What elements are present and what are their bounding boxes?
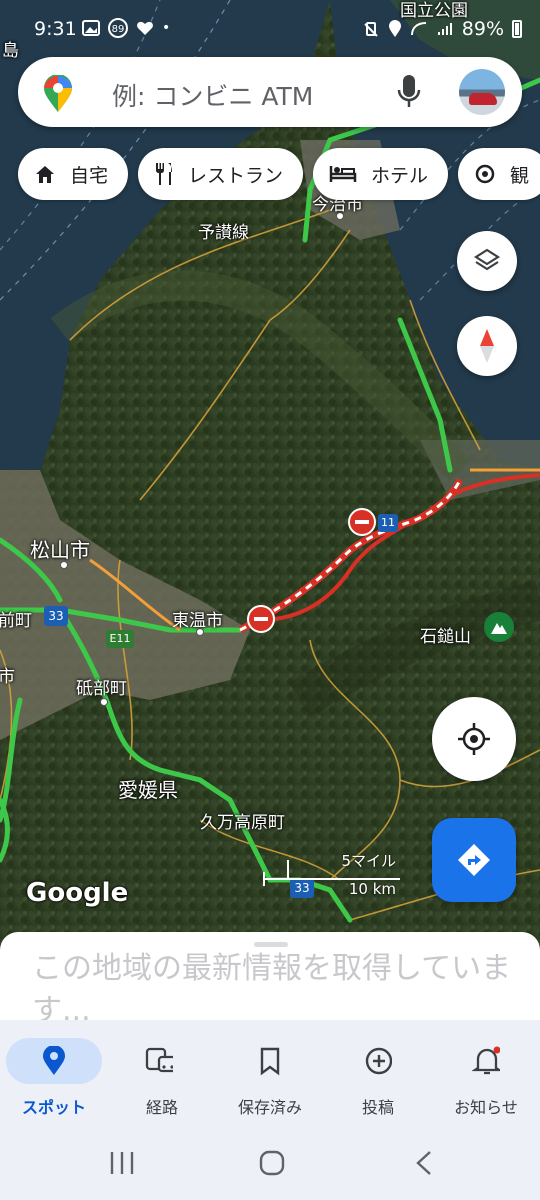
gallery-icon (82, 20, 100, 36)
chip-home[interactable]: 自宅 (18, 148, 129, 200)
search-bar[interactable]: 例: コンビニ ATM (18, 57, 522, 127)
chip-attractions[interactable]: 観 (458, 148, 540, 200)
attraction-icon (474, 163, 496, 185)
layers-icon (473, 248, 501, 271)
signal-icon (437, 23, 452, 35)
search-input[interactable]: 例: コンビニ ATM (112, 77, 313, 113)
mountain-icon[interactable] (484, 612, 514, 642)
heart-icon (137, 21, 153, 35)
map-label-town: 前町 (0, 611, 32, 631)
hotel-icon (329, 164, 357, 184)
road-closure-icon[interactable] (247, 605, 275, 633)
map-label-kumakogen[interactable]: 久万高原町 (200, 808, 285, 833)
road-closure-icon[interactable] (348, 508, 376, 536)
google-maps-logo-icon (44, 75, 72, 112)
battery-icon (512, 20, 522, 38)
scale-miles: 5マイル (341, 852, 396, 870)
explore-pin-icon (43, 1046, 65, 1075)
map-label-yosan-line: 予讃線 (198, 223, 249, 243)
nav-updates[interactable]: お知らせ (432, 1020, 540, 1120)
add-circle-icon (365, 1047, 392, 1075)
compass-button[interactable] (457, 316, 517, 376)
location-icon (388, 20, 401, 37)
bottom-navigation: スポット 経路 保存済み 投稿 お知らせ (0, 1020, 540, 1120)
notification-count-badge: 89 (108, 18, 128, 38)
google-attribution: Google (26, 878, 129, 908)
nav-label: 保存済み (237, 1098, 302, 1117)
scale-bar: 5マイル 10 km (262, 850, 402, 900)
route-shield: E11 (106, 630, 134, 648)
my-location-icon (458, 723, 490, 755)
map-label-toon[interactable]: 東温市 (172, 606, 223, 631)
map-label-ishizuchi[interactable]: 石鎚山 (420, 622, 471, 647)
nav-label: スポット (21, 1098, 86, 1117)
chip-label: 観 (510, 164, 530, 187)
map-label-tobe[interactable]: 砥部町 (76, 674, 127, 699)
battery-percent: 89% (461, 18, 504, 40)
nav-label: 経路 (145, 1098, 178, 1117)
chip-restaurant[interactable]: レストラン (138, 148, 304, 200)
nav-contribute[interactable]: 投稿 (324, 1020, 432, 1120)
chip-label: レストラン (188, 164, 284, 187)
recent-apps-icon[interactable] (108, 1150, 136, 1176)
nav-saved[interactable]: 保存済み (216, 1020, 324, 1120)
chip-label: 自宅 (70, 164, 109, 187)
bell-icon (472, 1046, 500, 1075)
nav-commute[interactable]: 経路 (108, 1020, 216, 1120)
nav-label: お知らせ (454, 1098, 518, 1117)
chip-hotel[interactable]: ホテル (313, 148, 449, 200)
home-button-icon[interactable] (258, 1150, 286, 1176)
status-bar: 9:31 89 • 89% (0, 0, 540, 58)
explore-sheet[interactable]: この地域の最新情報を取得しています... (0, 932, 540, 1032)
directions-icon (458, 844, 490, 876)
home-icon (34, 164, 56, 184)
my-location-button[interactable] (432, 697, 516, 781)
account-avatar[interactable] (459, 69, 505, 115)
map-label-ehime: 愛媛県 (118, 778, 178, 802)
scale-km: 10 km (348, 880, 396, 898)
compass-icon (480, 329, 494, 363)
route-shield: 33 (44, 606, 68, 626)
sheet-drag-handle[interactable] (254, 942, 288, 947)
more-dot-icon: • (162, 20, 171, 36)
nav-label: 投稿 (361, 1098, 394, 1117)
system-navigation-bar (0, 1120, 540, 1200)
chip-label: ホテル (371, 164, 429, 187)
map-label-matsuyama[interactable]: 松山市 (30, 534, 90, 563)
route-shield: 11 (378, 514, 398, 532)
wifi-call-icon (410, 22, 426, 36)
mic-icon[interactable] (396, 73, 422, 111)
layers-button[interactable] (457, 231, 517, 291)
back-icon[interactable] (412, 1150, 436, 1176)
vibrate-mute-icon (364, 22, 378, 37)
bookmark-icon (260, 1047, 280, 1076)
category-chips: 自宅 レストラン ホテル 観 (18, 148, 540, 200)
commute-icon (145, 1047, 173, 1073)
status-time: 9:31 (34, 18, 77, 40)
nav-explore[interactable]: スポット (0, 1020, 108, 1120)
map-label-town: 市 (0, 667, 15, 687)
directions-button[interactable] (432, 818, 516, 902)
restaurant-icon (154, 162, 174, 186)
